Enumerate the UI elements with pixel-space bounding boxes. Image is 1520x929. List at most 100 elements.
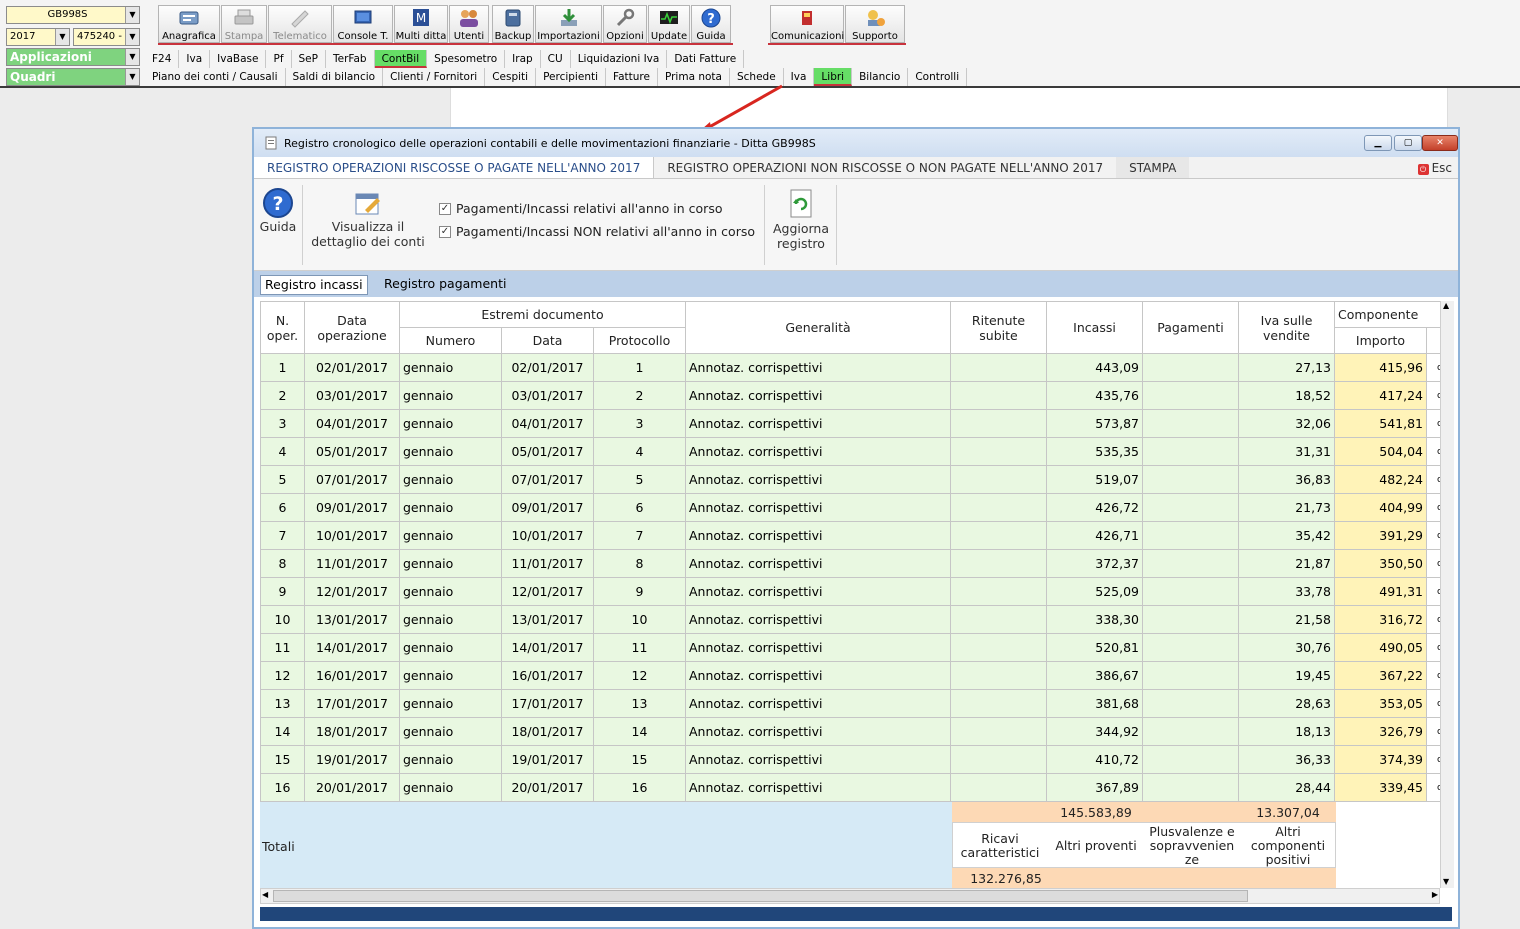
cell-n-oper[interactable]: 8 [260,549,305,578]
cell-importo[interactable]: 391,29 [1334,521,1427,550]
cell-iva[interactable]: 27,13 [1238,353,1335,382]
telematico-button[interactable]: Telematico [268,5,332,43]
table-row[interactable]: 6 09/01/2017 gennaio 09/01/2017 6 Annotaz. co… [260,493,1443,522]
chevron-down-icon[interactable]: ▼ [55,29,69,45]
cell-numero[interactable]: gennaio [399,381,502,410]
cell-protocollo[interactable]: 15 [593,745,686,774]
cell-protocollo[interactable]: 12 [593,661,686,690]
cell-protocollo[interactable]: 8 [593,549,686,578]
cell-data[interactable]: 18/01/2017 [501,717,594,746]
cell-iva[interactable]: 30,76 [1238,633,1335,662]
table-row[interactable]: 13 17/01/2017 gennaio 17/01/2017 13 Annotaz. … [260,689,1443,718]
cell-iva[interactable]: 36,33 [1238,745,1335,774]
cell-importo[interactable]: 326,79 [1334,717,1427,746]
menu-item-ivabase[interactable]: IvaBase [210,50,267,68]
cell-generalita[interactable]: Annotaz. corrispettivi [685,661,951,690]
tab-registro-incassi[interactable]: Registro incassi [260,275,368,295]
cell-generalita[interactable]: Annotaz. corrispettivi [685,773,951,802]
cell-protocollo[interactable]: 1 [593,353,686,382]
table-row[interactable]: 11 14/01/2017 gennaio 14/01/2017 11 Annotaz. … [260,633,1443,662]
table-row[interactable]: 8 11/01/2017 gennaio 11/01/2017 8 Annotaz. co… [260,549,1443,578]
cell-ritenute[interactable] [950,437,1047,466]
cell-data[interactable]: 16/01/2017 [501,661,594,690]
submenu-item-clienti-fornitori[interactable]: Clienti / Fornitori [383,68,486,86]
cell-importo[interactable]: 482,24 [1334,465,1427,494]
cell-data-operazione[interactable]: 10/01/2017 [304,521,400,550]
cell-n-oper[interactable]: 6 [260,493,305,522]
menu-item-liquidazioni-iva[interactable]: Liquidazioni Iva [571,50,668,68]
submenu-item-controlli[interactable]: Controlli [908,68,968,86]
cell-generalita[interactable]: Annotaz. corrispettivi [685,381,951,410]
cell-data[interactable]: 07/01/2017 [501,465,594,494]
cell-pagamenti[interactable] [1142,633,1239,662]
table-row[interactable]: 4 05/01/2017 gennaio 05/01/2017 4 Annotaz. co… [260,437,1443,466]
cell-protocollo[interactable]: 7 [593,521,686,550]
cell-importo[interactable]: 350,50 [1334,549,1427,578]
client-code-combo[interactable]: 475240 - ▼ [73,28,140,46]
cell-numero[interactable]: gennaio [399,353,502,382]
cell-pagamenti[interactable] [1142,717,1239,746]
cell-data[interactable]: 12/01/2017 [501,577,594,606]
update-button[interactable]: Update [648,5,690,43]
cell-data-operazione[interactable]: 19/01/2017 [304,745,400,774]
cell-protocollo[interactable]: 6 [593,493,686,522]
cell-data-operazione[interactable]: 16/01/2017 [304,661,400,690]
check-anno-in-corso[interactable]: ✓ Pagamenti/Incassi relativi all'anno in… [439,201,722,216]
cell-ritenute[interactable] [950,605,1047,634]
cell-importo[interactable]: 367,22 [1334,661,1427,690]
maximize-button[interactable]: ▢ [1394,135,1422,151]
cell-data-operazione[interactable]: 04/01/2017 [304,409,400,438]
cell-protocollo[interactable]: 14 [593,717,686,746]
cell-importo[interactable]: 353,05 [1334,689,1427,718]
cell-iva[interactable]: 18,52 [1238,381,1335,410]
cell-incassi[interactable]: 426,71 [1046,521,1143,550]
cell-incassi[interactable]: 426,72 [1046,493,1143,522]
cell-pagamenti[interactable] [1142,549,1239,578]
cell-incassi[interactable]: 381,68 [1046,689,1143,718]
checkbox-checked[interactable]: ✓ [439,225,451,238]
cell-data[interactable]: 20/01/2017 [501,773,594,802]
cell-iva[interactable]: 32,06 [1238,409,1335,438]
cell-pagamenti[interactable] [1142,521,1239,550]
cell-data[interactable]: 03/01/2017 [501,381,594,410]
cell-ritenute[interactable] [950,521,1047,550]
table-row[interactable]: 10 13/01/2017 gennaio 13/01/2017 10 Annotaz. … [260,605,1443,634]
menu-item-pf[interactable]: Pf [266,50,292,68]
cell-generalita[interactable]: Annotaz. corrispettivi [685,745,951,774]
scroll-right-icon[interactable]: ▶ [1432,890,1438,899]
cell-n-oper[interactable]: 1 [260,353,305,382]
cell-generalita[interactable]: Annotaz. corrispettivi [685,521,951,550]
header-incassi[interactable]: Incassi [1046,301,1143,354]
menu-item-sep[interactable]: SeP [292,50,326,68]
cell-n-oper[interactable]: 4 [260,437,305,466]
submenu-item-prima-nota[interactable]: Prima nota [658,68,730,86]
cell-protocollo[interactable]: 4 [593,437,686,466]
cell-n-oper[interactable]: 16 [260,773,305,802]
applicazioni-combo[interactable]: Applicazioni ▼ [6,48,140,66]
table-row[interactable]: 15 19/01/2017 gennaio 19/01/2017 15 Annotaz. … [260,745,1443,774]
minimize-button[interactable]: ▁ [1364,135,1392,151]
cell-importo[interactable]: 417,24 [1334,381,1427,410]
company-code-combo[interactable]: GB998S ▼ [6,6,140,24]
cell-pagamenti[interactable] [1142,493,1239,522]
cell-generalita[interactable]: Annotaz. corrispettivi [685,437,951,466]
multi-ditta-button[interactable]: M Multi ditta [394,5,448,43]
cell-generalita[interactable]: Annotaz. corrispettivi [685,549,951,578]
cell-numero[interactable]: gennaio [399,745,502,774]
cell-iva[interactable]: 36,83 [1238,465,1335,494]
chevron-down-icon[interactable]: ▼ [125,69,139,85]
cell-numero[interactable]: gennaio [399,437,502,466]
cell-n-oper[interactable]: 13 [260,689,305,718]
esc-button[interactable]: ⏻ Esc [1417,161,1452,175]
menu-item-dati-fatture[interactable]: Dati Fatture [667,50,745,68]
table-row[interactable]: 14 18/01/2017 gennaio 18/01/2017 14 Annotaz. … [260,717,1443,746]
cell-ritenute[interactable] [950,353,1047,382]
table-row[interactable]: 12 16/01/2017 gennaio 16/01/2017 12 Annotaz. … [260,661,1443,690]
cell-iva[interactable]: 21,58 [1238,605,1335,634]
cell-generalita[interactable]: Annotaz. corrispettivi [685,717,951,746]
cell-n-oper[interactable]: 14 [260,717,305,746]
year-combo[interactable]: 2017 ▼ [6,28,70,46]
submenu-item-schede[interactable]: Schede [730,68,784,86]
cell-importo[interactable]: 374,39 [1334,745,1427,774]
cell-generalita[interactable]: Annotaz. corrispettivi [685,689,951,718]
